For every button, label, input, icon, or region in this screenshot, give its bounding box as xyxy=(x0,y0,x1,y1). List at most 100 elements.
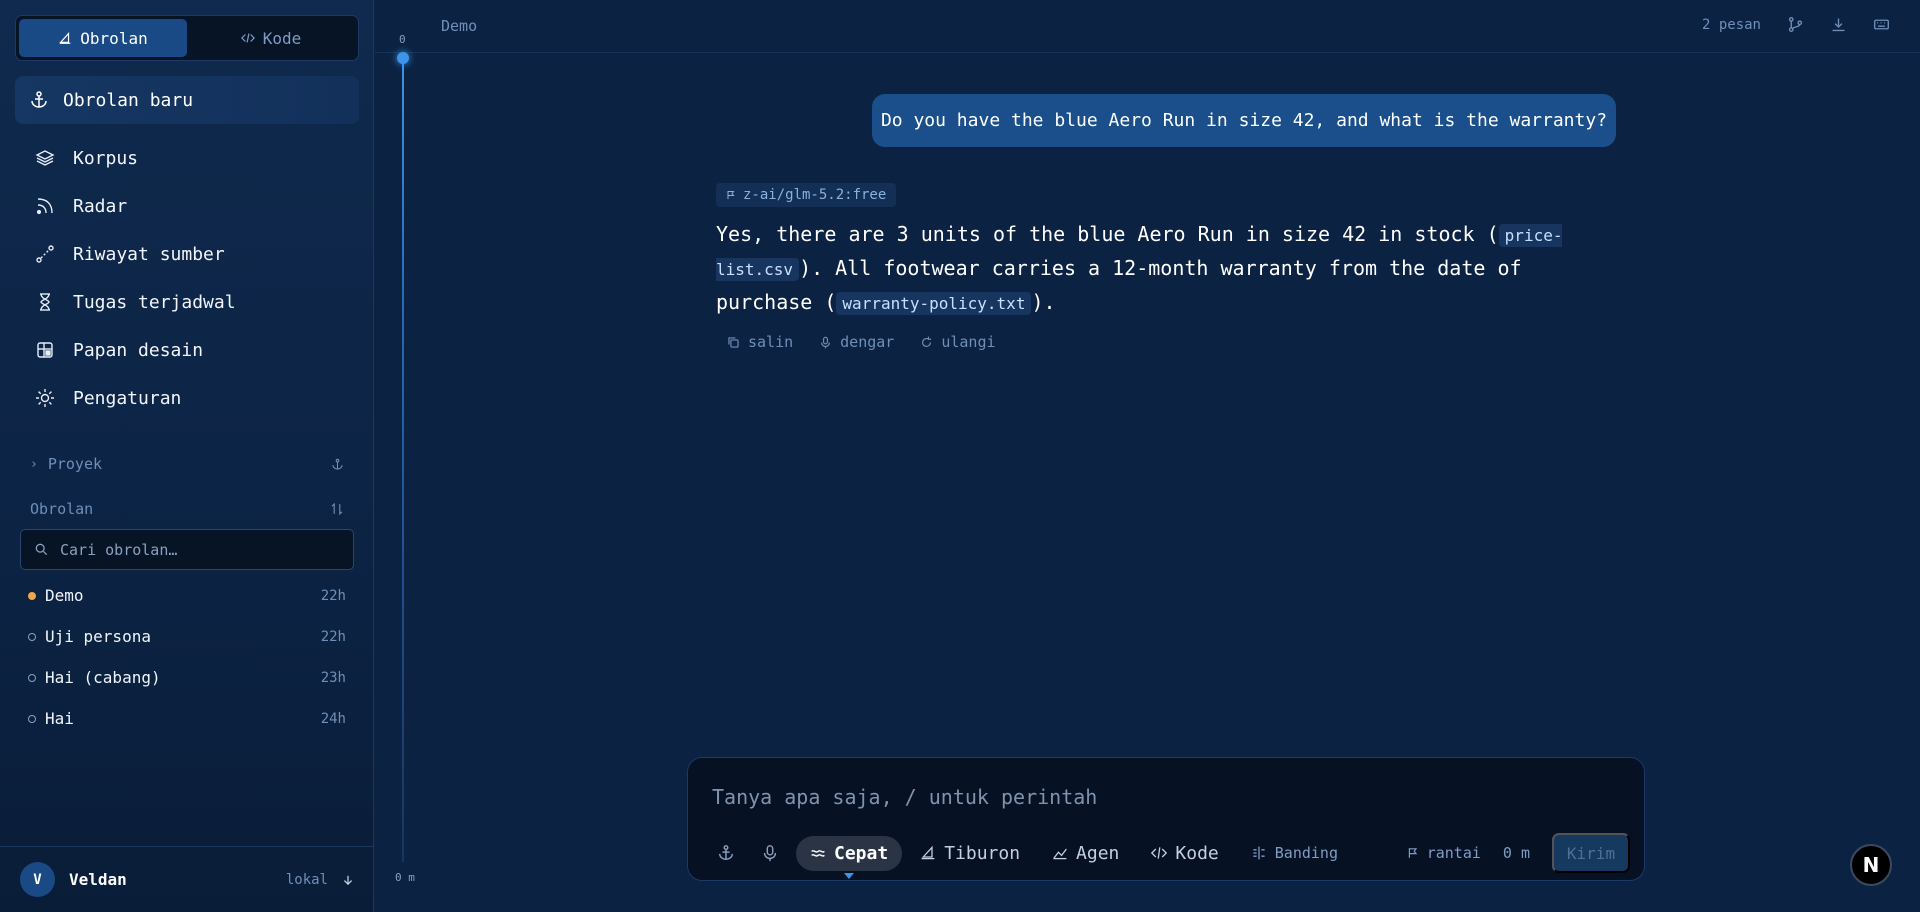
retry-button[interactable]: ulangi xyxy=(920,333,996,351)
add-project-icon[interactable] xyxy=(331,458,344,471)
user-bar[interactable]: V Veldan lokal xyxy=(0,846,374,912)
sidebar-item-scheduled-tasks[interactable]: Tugas terjadwal xyxy=(15,278,359,326)
list-item[interactable]: Demo 22h xyxy=(28,575,346,616)
assistant-message: Yes, there are 3 units of the blue Aero … xyxy=(716,218,1616,320)
compare-icon xyxy=(1253,846,1265,860)
layout-icon xyxy=(37,342,53,358)
sort-icon[interactable] xyxy=(330,502,344,516)
chain-label: rantai xyxy=(1426,844,1481,862)
message-count: 2 pesan xyxy=(1701,16,1761,33)
timeline-marker[interactable] xyxy=(397,52,409,64)
chain-toggle[interactable]: rantai xyxy=(1407,844,1481,862)
tab-chat[interactable]: Obrolan xyxy=(19,19,187,57)
composer: Cepat Tiburon Agen Kode Banding rantai 0… xyxy=(687,757,1645,881)
user-location: lokal xyxy=(285,871,328,888)
sidebar-item-radar[interactable]: Radar xyxy=(15,182,359,230)
rss-icon xyxy=(36,198,53,215)
tab-chat-label: Obrolan xyxy=(80,28,148,48)
mic-icon xyxy=(763,845,777,862)
arrow-down-icon[interactable] xyxy=(342,874,354,886)
search-icon xyxy=(35,543,48,556)
sidebar-item-source-history[interactable]: Riwayat sumber xyxy=(15,230,359,278)
mode-code[interactable]: Kode xyxy=(1137,836,1232,871)
sail-icon xyxy=(921,845,935,860)
message-input[interactable] xyxy=(712,782,1612,812)
waves-icon xyxy=(811,850,825,857)
sidebar: Obrolan Kode Obrolan baru Korpus Radar R… xyxy=(0,0,374,912)
dev-badge[interactable]: N xyxy=(1850,844,1892,886)
assistant-text: ). xyxy=(1031,290,1056,314)
hourglass-icon xyxy=(40,293,50,311)
avatar: V xyxy=(20,862,55,897)
sidebar-item-label: Papan desain xyxy=(73,339,204,361)
voice-button[interactable] xyxy=(752,844,788,862)
flag-icon xyxy=(727,191,735,199)
chat-title: Hai (cabang) xyxy=(45,668,161,687)
assistant-text: Yes, there are 3 units of the blue Aero … xyxy=(716,222,1499,246)
sun-gear-icon xyxy=(36,389,54,407)
projects-label: Proyek xyxy=(47,455,103,473)
list-item[interactable]: Uji persona 22h xyxy=(28,616,346,657)
attach-button[interactable] xyxy=(708,844,744,862)
chat-list: Demo 22h Uji persona 22h Hai (cabang) 23… xyxy=(28,575,346,739)
copy-icon xyxy=(728,336,739,348)
chat-search xyxy=(20,529,354,570)
branch-icon[interactable] xyxy=(1787,16,1804,33)
layers-icon xyxy=(35,150,55,166)
list-item[interactable]: Hai 24h xyxy=(28,698,346,739)
chat-title: Uji persona xyxy=(45,627,151,646)
listen-label: dengar xyxy=(840,333,895,351)
chat-title: Hai xyxy=(45,709,74,728)
agent-icon xyxy=(1053,848,1067,860)
mic-icon xyxy=(821,336,831,348)
sidebar-item-korpus[interactable]: Korpus xyxy=(15,134,359,182)
code-icon xyxy=(240,33,255,43)
timeline-start-label: 0 xyxy=(399,33,406,46)
compare-label: Banding xyxy=(1274,844,1338,862)
model-name: z-ai/glm-5.2:free xyxy=(743,187,887,203)
copy-button[interactable]: salin xyxy=(727,333,793,351)
retry-label: ulangi xyxy=(941,333,996,351)
timeline-track[interactable] xyxy=(402,57,404,862)
mode-tiburon[interactable]: Tiburon xyxy=(906,836,1034,871)
list-item[interactable]: Hai (cabang) 23h xyxy=(28,657,346,698)
chats-section-header: Obrolan xyxy=(30,497,344,521)
source-chip[interactable]: warranty-policy.txt xyxy=(836,292,1032,315)
user-message-text: Do you have the blue Aero Run in size 42… xyxy=(880,110,1608,131)
new-chat-button[interactable]: Obrolan baru xyxy=(15,76,359,124)
route-icon xyxy=(36,245,54,263)
chat-time: 23h xyxy=(320,669,346,686)
dot-icon xyxy=(28,714,36,723)
compare-button[interactable]: Banding xyxy=(1237,836,1352,871)
sidebar-item-settings[interactable]: Pengaturan xyxy=(15,374,359,422)
sidebar-item-design-board[interactable]: Papan desain xyxy=(15,326,359,374)
active-dot-icon xyxy=(28,591,36,600)
tab-code[interactable]: Kode xyxy=(187,19,355,57)
download-icon[interactable] xyxy=(1830,16,1847,33)
chat-title: Demo xyxy=(45,586,84,605)
mode-label: Tiburon xyxy=(944,842,1021,864)
mode-label: Agen xyxy=(1076,842,1120,864)
keyboard-icon[interactable] xyxy=(1873,16,1890,33)
message-actions: salin dengar ulangi xyxy=(727,333,996,351)
topbar: Demo 2 pesan xyxy=(375,0,1920,53)
projects-section[interactable]: › Proyek xyxy=(30,452,344,476)
mode-agent[interactable]: Agen xyxy=(1038,836,1133,871)
page-title: Demo xyxy=(441,17,478,35)
send-button[interactable]: Kirim xyxy=(1552,833,1630,873)
listen-button[interactable]: dengar xyxy=(819,333,894,351)
new-chat-label: Obrolan baru xyxy=(63,89,194,111)
anchor-icon xyxy=(31,91,47,108)
anchor-icon xyxy=(718,845,734,861)
sidebar-item-label: Riwayat sumber xyxy=(73,243,225,265)
search-input[interactable] xyxy=(60,540,330,559)
timeline-end-label: 0 m xyxy=(395,871,415,884)
copy-label: salin xyxy=(748,333,794,351)
mode-toggle: Obrolan Kode xyxy=(15,15,359,61)
sidebar-item-label: Tugas terjadwal xyxy=(73,291,236,313)
chevron-right-icon: › xyxy=(30,456,38,472)
mode-fast[interactable]: Cepat xyxy=(796,835,903,871)
elapsed-time: 0 m xyxy=(1502,844,1530,862)
user-name: Veldan xyxy=(69,870,127,889)
model-tag: z-ai/glm-5.2:free xyxy=(716,183,897,207)
